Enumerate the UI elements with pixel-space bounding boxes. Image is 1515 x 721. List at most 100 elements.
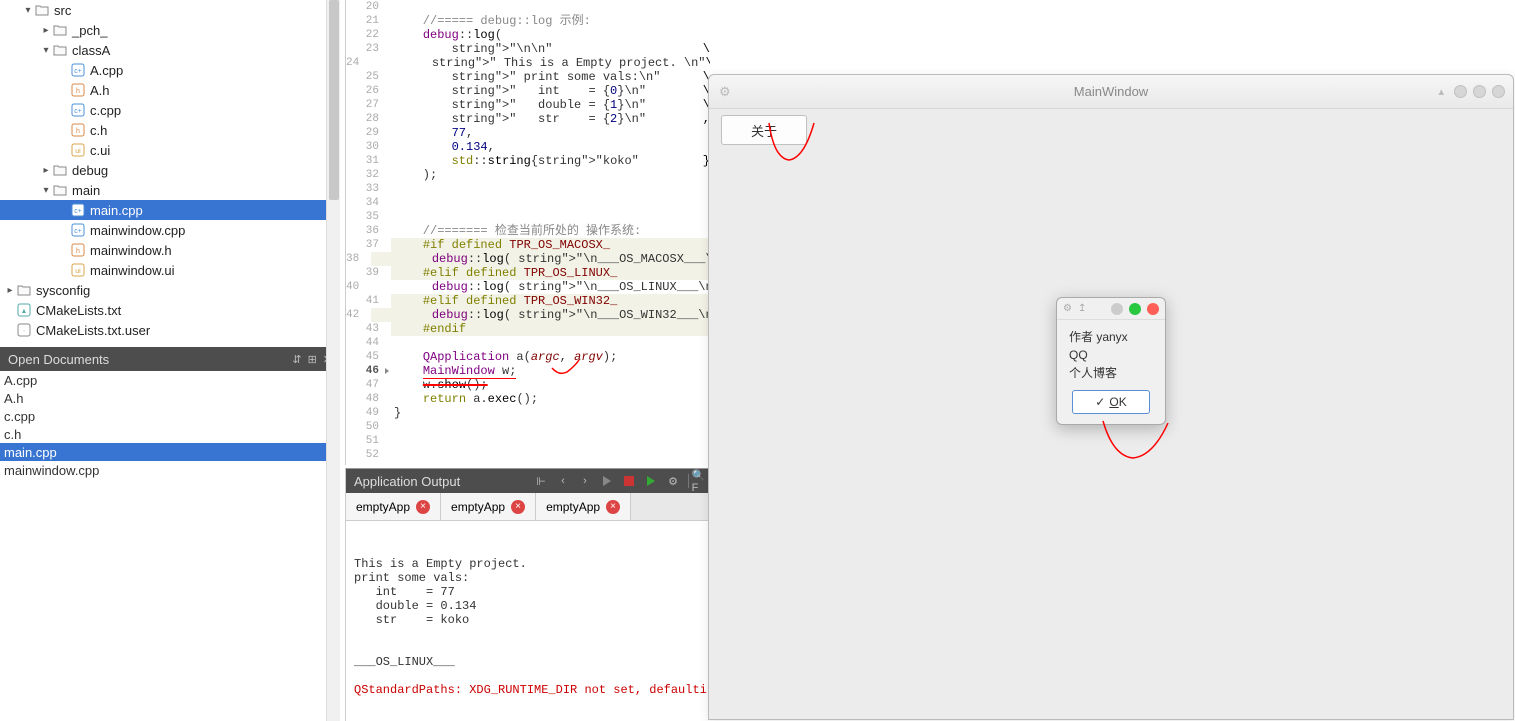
code-line-49[interactable]: 49} xyxy=(346,406,710,420)
close-tab-icon[interactable]: × xyxy=(416,500,430,514)
code-line-46[interactable]: 46 MainWindow w; xyxy=(346,364,710,378)
project-tree[interactable]: ▾src▸_pch_▾classAc+A.cpphA.hc+c.cpphc.hu… xyxy=(0,0,340,347)
code-line-28[interactable]: 28 string">" str = {2}\n", xyxy=(346,112,710,126)
code-line-21[interactable]: 21 //===== debug::log 示例: xyxy=(346,14,710,28)
output-error-text: QStandardPaths: XDG_RUNTIME_DIR not set,… xyxy=(354,683,710,697)
code-line-40[interactable]: 40 debug::log( string">"\n___OS_LINUX___… xyxy=(346,280,710,294)
output-tab-1[interactable]: emptyApp× xyxy=(441,493,536,520)
rerun-icon[interactable] xyxy=(644,474,658,488)
sort-icon[interactable]: ⇵ xyxy=(292,353,301,366)
tree-folder-main[interactable]: ▾main xyxy=(0,180,339,200)
tree-folder-src[interactable]: ▾src xyxy=(0,0,339,20)
close-button[interactable] xyxy=(1492,85,1505,98)
dialog-menu-icon[interactable]: ⚙ xyxy=(1063,303,1072,314)
code-line-50[interactable]: 50 xyxy=(346,420,710,434)
code-line-37[interactable]: 37 #if defined TPR_OS_MACOSX_ xyxy=(346,238,710,252)
code-line-24[interactable]: 24 string">" This is a Empty project. \n… xyxy=(346,56,710,70)
tree-file-c-ui[interactable]: uic.ui xyxy=(0,140,339,160)
code-line-20[interactable]: 20 xyxy=(346,0,710,14)
output-body[interactable]: This is a Empty project. print some vals… xyxy=(346,521,710,721)
code-line-30[interactable]: 30 0.134, xyxy=(346,140,710,154)
tree-file-c-h[interactable]: hc.h xyxy=(0,120,339,140)
code-editor[interactable]: 2021 //===== debug::log 示例:22 debug::log… xyxy=(345,0,710,465)
tree-file-c-cpp[interactable]: c+c.cpp xyxy=(0,100,339,120)
dialog-close-button[interactable] xyxy=(1147,303,1159,315)
open-doc-mainwindow-cpp[interactable]: mainwindow.cpp xyxy=(0,461,339,479)
open-doc-A-h[interactable]: A.h xyxy=(0,389,339,407)
search-icon[interactable]: 🔍 F xyxy=(688,474,702,488)
run-icon[interactable] xyxy=(600,474,614,488)
tree-folder-classA[interactable]: ▾classA xyxy=(0,40,339,60)
code-line-35[interactable]: 35 xyxy=(346,210,710,224)
tree-file-mainwindow-ui[interactable]: uimainwindow.ui xyxy=(0,260,339,280)
tree-file-mainwindow-cpp[interactable]: c+mainwindow.cpp xyxy=(0,220,339,240)
open-doc-c-h[interactable]: c.h xyxy=(0,425,339,443)
code-line-25[interactable]: 25 string">" print some vals:\n" \ xyxy=(346,70,710,84)
open-doc-c-cpp[interactable]: c.cpp xyxy=(0,407,339,425)
stop-icon[interactable] xyxy=(622,474,636,488)
expander-icon[interactable]: ▸ xyxy=(4,285,16,296)
code-line-47[interactable]: 47 w.show(); xyxy=(346,378,710,392)
tree-file-main-cpp[interactable]: c+main.cpp xyxy=(0,200,339,220)
pin-icon[interactable]: ▴ xyxy=(1438,85,1444,98)
code-line-41[interactable]: 41 #elif defined TPR_OS_WIN32_ xyxy=(346,294,710,308)
svg-text:c+: c+ xyxy=(74,228,82,235)
output-tab-0[interactable]: emptyApp× xyxy=(346,493,441,520)
tree-file-A-h[interactable]: hA.h xyxy=(0,80,339,100)
maximize-button[interactable] xyxy=(1473,85,1486,98)
docs-scrollbar[interactable] xyxy=(326,371,340,721)
code-line-36[interactable]: 36 //======= 检查当前所处的 操作系统: xyxy=(346,224,710,238)
open-doc-main-cpp[interactable]: main.cpp xyxy=(0,443,339,461)
ok-button[interactable]: ✓ OK xyxy=(1072,390,1150,414)
tree-file-cmake[interactable]: ▲CMakeLists.txt xyxy=(0,300,339,320)
code-line-33[interactable]: 33 xyxy=(346,182,710,196)
split-icon[interactable]: ⊞ xyxy=(308,353,317,366)
code-line-48[interactable]: 48 return a.exec(); xyxy=(346,392,710,406)
line-number: 22 xyxy=(346,28,391,42)
code-line-29[interactable]: 29 77, xyxy=(346,126,710,140)
code-line-23[interactable]: 23 string">"\n\n" \ xyxy=(346,42,710,56)
expander-icon[interactable]: ▾ xyxy=(40,185,52,196)
tree-file-mainwindow-h[interactable]: hmainwindow.h xyxy=(0,240,339,260)
dialog-maximize-button[interactable] xyxy=(1129,303,1141,315)
code-line-39[interactable]: 39 #elif defined TPR_OS_LINUX_ xyxy=(346,266,710,280)
code-line-22[interactable]: 22 debug::log( xyxy=(346,28,710,42)
main-window-titlebar[interactable]: ⚙ MainWindow ▴ xyxy=(709,75,1513,109)
code-line-27[interactable]: 27 string">" double = {1}\n" \ xyxy=(346,98,710,112)
next-icon[interactable]: › xyxy=(578,474,592,488)
minimize-button[interactable] xyxy=(1454,85,1467,98)
settings-icon[interactable]: ⚙ xyxy=(666,474,680,488)
dialog-pin-icon[interactable]: ↥ xyxy=(1078,303,1086,314)
code-line-31[interactable]: 31 std::string{string">"koko"} xyxy=(346,154,710,168)
expander-icon[interactable]: ▸ xyxy=(40,165,52,176)
tree-folder-sysconfig[interactable]: ▸sysconfig xyxy=(0,280,339,300)
tree-file-cmake-user[interactable]: ·CMakeLists.txt.user xyxy=(0,320,339,340)
code-line-26[interactable]: 26 string">" int = {0}\n" \ xyxy=(346,84,710,98)
code-line-45[interactable]: 45 QApplication a(argc, argv); xyxy=(346,350,710,364)
tree-file-A-cpp[interactable]: c+A.cpp xyxy=(0,60,339,80)
code-line-32[interactable]: 32 ); xyxy=(346,168,710,182)
expander-icon[interactable]: ▸ xyxy=(40,25,52,36)
prev-icon[interactable]: ‹ xyxy=(556,474,570,488)
close-tab-icon[interactable]: × xyxy=(606,500,620,514)
code-line-38[interactable]: 38 debug::log( string">"\n___OS_MACOSX__… xyxy=(346,252,710,266)
expander-icon[interactable]: ▾ xyxy=(40,45,52,56)
open-doc-A-cpp[interactable]: A.cpp xyxy=(0,371,339,389)
open-documents-list[interactable]: A.cppA.hc.cppc.hmain.cppmainwindow.cpp xyxy=(0,371,340,721)
filter-icon[interactable]: ⊩ xyxy=(534,474,548,488)
window-menu-icon[interactable]: ⚙ xyxy=(719,84,731,100)
code-line-42[interactable]: 42 debug::log( string">"\n___OS_WIN32___… xyxy=(346,308,710,322)
dialog-titlebar[interactable]: ⚙ ↥ xyxy=(1057,298,1165,320)
tree-folder-pch[interactable]: ▸_pch_ xyxy=(0,20,339,40)
tree-folder-debug[interactable]: ▸debug xyxy=(0,160,339,180)
code-line-34[interactable]: 34 xyxy=(346,196,710,210)
output-tab-2[interactable]: emptyApp× xyxy=(536,493,631,520)
code-line-51[interactable]: 51 xyxy=(346,434,710,448)
code-line-52[interactable]: 52 xyxy=(346,448,710,462)
dialog-minimize-button[interactable] xyxy=(1111,303,1123,315)
code-line-43[interactable]: 43 #endif xyxy=(346,322,710,336)
expander-icon[interactable]: ▾ xyxy=(22,5,34,16)
close-tab-icon[interactable]: × xyxy=(511,500,525,514)
about-button[interactable]: 关于 xyxy=(721,115,807,145)
code-line-44[interactable]: 44 xyxy=(346,336,710,350)
